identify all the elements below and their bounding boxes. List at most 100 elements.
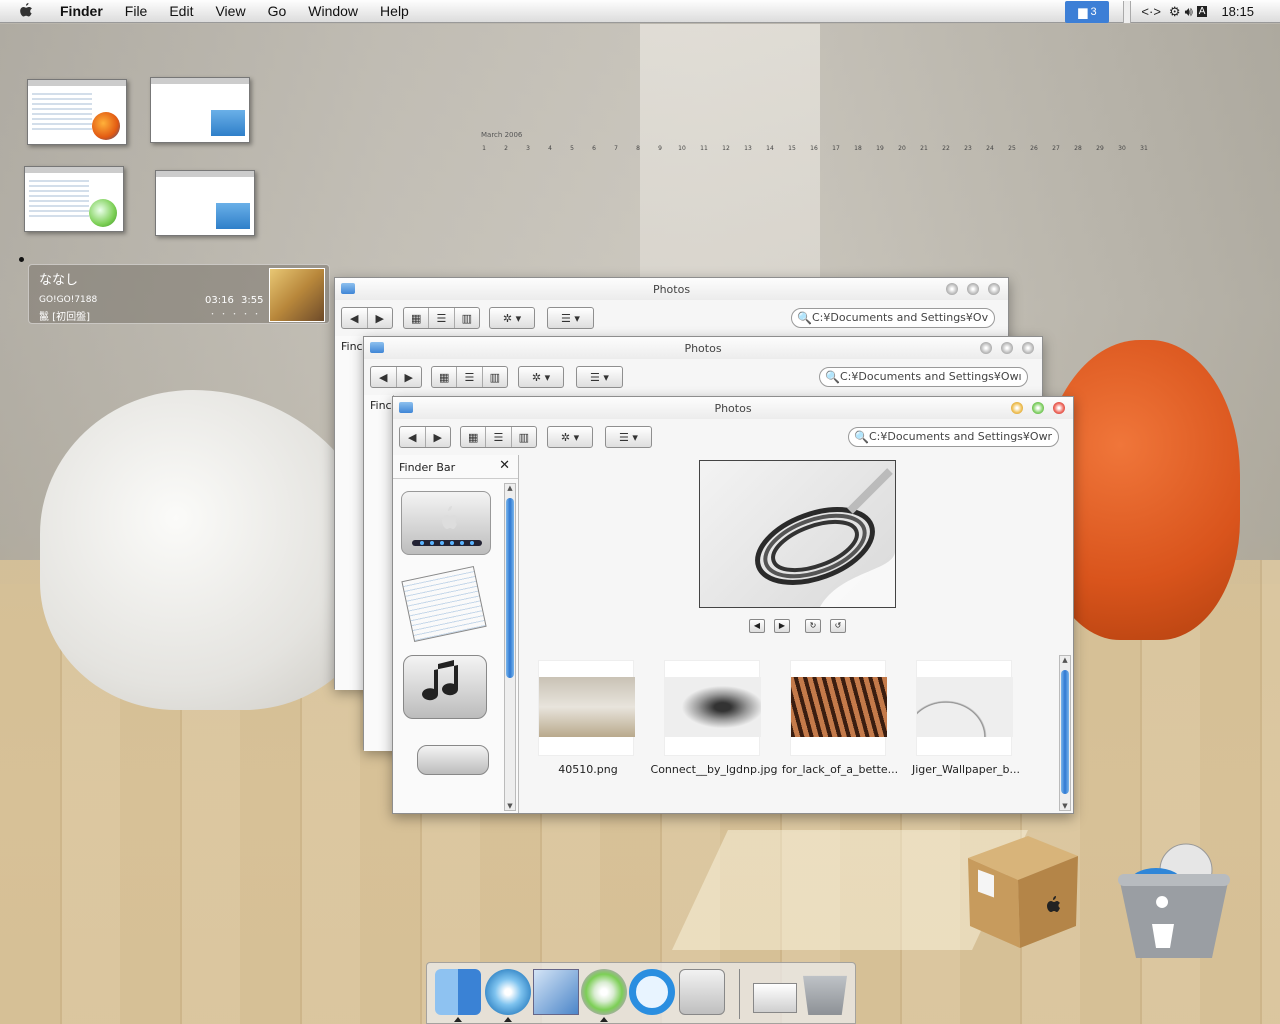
minimized-window-dock-icon[interactable] [753,983,797,1013]
pictures-folder-icon[interactable] [417,745,489,775]
running-indicator [454,1017,462,1022]
minimize-button[interactable] [1011,402,1023,414]
search-field[interactable]: 🔍 C:¥Documents and Settings¥Ov [791,308,995,328]
thumbnail-content [216,203,250,229]
forward-button[interactable]: ▶ [397,367,422,387]
content-scrollbar[interactable]: ▲ ▼ [1059,655,1071,811]
scroll-up-arrow-icon[interactable]: ▲ [1060,656,1070,664]
calendar-day: 31 [1140,145,1148,152]
menu-app-name[interactable]: Finder [60,3,103,19]
input-method-icon[interactable]: A [1196,6,1208,17]
action-button[interactable]: ✲ ▾ [489,307,535,329]
sidebar-close-icon[interactable]: ✕ [499,458,510,473]
search-icon: 🔍 [854,430,869,444]
calendar-day: 22 [942,145,950,152]
sidebar-scrollbar[interactable]: ▲ ▼ [504,483,516,811]
calendar-month: March 2006 [481,131,523,139]
file-name: Jiger_Wallpaper_b... [911,763,1021,776]
action-button[interactable]: ✲ ▾ [547,426,593,448]
quicktime-dock-icon[interactable] [629,969,675,1015]
column-view-button[interactable]: ▥ [512,427,536,447]
apple-menu-icon[interactable] [12,2,40,20]
menubar-clock[interactable]: 18:15 [1221,4,1254,19]
scroll-up-arrow-icon[interactable]: ▲ [505,484,515,492]
file-item[interactable]: Connect__by_lgdnp.jpg [644,660,777,800]
network-icon[interactable]: <·> [1141,4,1161,19]
preview-prev-button[interactable]: ◀ [749,619,765,633]
file-item[interactable]: Jiger_Wallpaper_b... [896,660,1020,800]
scrollbar-thumb[interactable] [1061,670,1069,794]
list-view-button[interactable]: ☰ [486,427,512,447]
zoom-button[interactable] [1032,402,1044,414]
zoom-button[interactable] [1001,342,1013,354]
list-view-button[interactable]: ☰ [457,367,483,387]
arrange-button[interactable]: ☰ ▾ [576,366,623,388]
file-name: for_lack_of_a_bette... [781,763,899,776]
back-button[interactable]: ◀ [342,308,368,328]
list-view-button[interactable]: ☰ [429,308,455,328]
settings-gears-icon[interactable]: ⚙ [1169,4,1181,20]
back-button[interactable]: ◀ [400,427,426,447]
window-titlebar[interactable]: Photos [364,337,1042,359]
music-folder-icon[interactable] [403,655,487,719]
icon-view-button[interactable]: ▦ [432,367,458,387]
hard-drive-icon[interactable] [401,491,491,555]
scrollbar-thumb[interactable] [506,498,514,678]
scroll-down-arrow-icon[interactable]: ▼ [505,802,515,810]
documents-icon[interactable] [401,565,487,643]
minimize-button[interactable] [980,342,992,354]
spaces-folder-icon[interactable]: ▆ 3 [1065,0,1110,23]
hard-drive-dock-icon[interactable] [679,969,725,1015]
trash-dock-icon[interactable] [803,975,847,1015]
calendar-day: 25 [1008,145,1016,152]
itunes-dock-icon[interactable] [581,969,627,1015]
menu-help[interactable]: Help [380,3,409,19]
preview-next-button[interactable]: ▶ [774,619,790,633]
close-button[interactable] [1053,402,1065,414]
sidebar-title: Finder Bar [399,461,456,474]
scroll-down-arrow-icon[interactable]: ▼ [1060,802,1070,810]
finder-dock-icon[interactable] [435,969,481,1015]
menu-go[interactable]: Go [268,3,287,19]
forward-button[interactable]: ▶ [368,308,393,328]
icon-view-button[interactable]: ▦ [404,308,430,328]
zoom-button[interactable] [967,283,979,295]
column-view-button[interactable]: ▥ [455,308,479,328]
menubar: Finder File Edit View Go Window Help ▆ 3… [0,0,1280,23]
menu-file[interactable]: File [125,3,148,19]
menu-view[interactable]: View [215,3,245,19]
action-button[interactable]: ✲ ▾ [518,366,564,388]
column-view-button[interactable]: ▥ [483,367,507,387]
search-field[interactable]: 🔍 C:¥Documents and Settings¥Owr [848,427,1059,447]
trash-full-icon[interactable] [1116,842,1232,960]
back-button[interactable]: ◀ [371,367,397,387]
close-button[interactable] [988,283,1000,295]
track-rating[interactable]: ・・・・・ [209,309,264,319]
volume-icon[interactable]: 🔊︎ [1185,4,1193,20]
close-button[interactable] [1022,342,1034,354]
window-thumbnail-firefox[interactable] [27,79,127,145]
file-item[interactable]: for_lack_of_a_bette... [770,660,898,800]
safari-dock-icon[interactable] [485,969,531,1015]
rotate-right-button[interactable]: ↻ [805,619,821,633]
window-titlebar[interactable]: Photos [335,278,1008,300]
menu-edit[interactable]: Edit [169,3,193,19]
icon-view-button[interactable]: ▦ [461,427,487,447]
minimize-button[interactable] [946,283,958,295]
mail-dock-icon[interactable] [533,969,579,1015]
cardboard-box-icon[interactable] [968,836,1078,948]
calendar-day: 21 [920,145,928,152]
window-titlebar[interactable]: Photos [393,397,1073,419]
finder-window-front[interactable]: Photos ◀ ▶ ▦ ☰ ▥ ✲ ▾ ☰ ▾ 🔍 C:¥Documents … [392,396,1074,814]
window-thumbnail-finder-1[interactable] [150,77,250,143]
arrange-button[interactable]: ☰ ▾ [547,307,594,329]
window-thumbnail-itunes[interactable] [24,166,124,232]
arrange-button[interactable]: ☰ ▾ [605,426,652,448]
file-item[interactable]: 40510.png [518,660,642,800]
music-widget[interactable]: ななし GO!GO!7188 鬣 [初回盤] 03:16 3:55 ・・・・・ [28,264,330,324]
menu-window[interactable]: Window [308,3,358,19]
forward-button[interactable]: ▶ [426,427,451,447]
search-field[interactable]: 🔍 C:¥Documents and Settings¥Owı [819,367,1028,387]
window-thumbnail-finder-2[interactable] [155,170,255,236]
rotate-left-button[interactable]: ↺ [830,619,846,633]
